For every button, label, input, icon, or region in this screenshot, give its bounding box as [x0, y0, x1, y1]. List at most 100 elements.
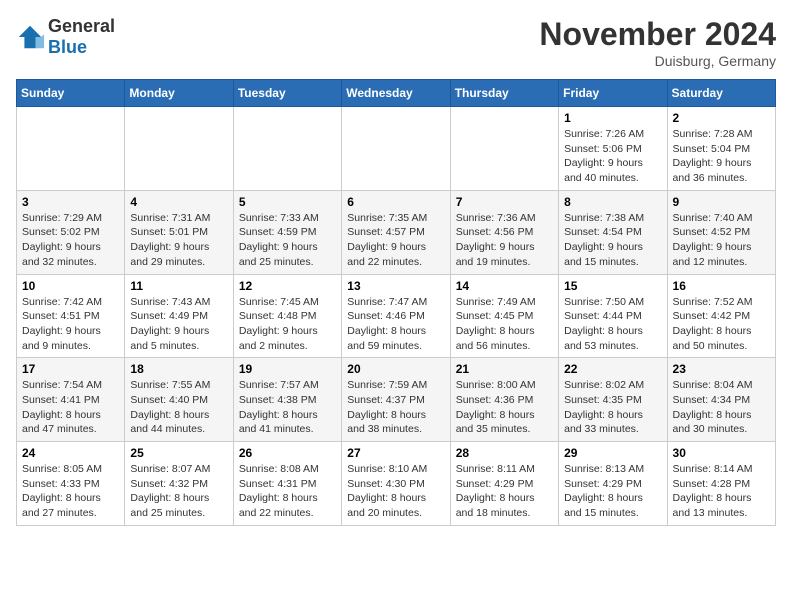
day-number: 15 [564, 279, 661, 293]
calendar-cell: 4Sunrise: 7:31 AM Sunset: 5:01 PM Daylig… [125, 190, 233, 274]
calendar-cell [125, 107, 233, 191]
logo: General Blue [16, 16, 115, 58]
calendar-week-row: 24 Sunrise: 8:05 AM Sunset: 4:33 PM Dayli… [17, 442, 776, 526]
page-header: General Blue November 2024 Duisburg, Ger… [16, 16, 776, 69]
weekday-header: Tuesday [233, 80, 341, 107]
day-number: 14 [456, 279, 553, 293]
day-number: 30 [673, 446, 770, 460]
calendar-cell: 8Sunrise: 7:38 AM Sunset: 4:54 PM Daylig… [559, 190, 667, 274]
calendar-cell [342, 107, 450, 191]
calendar-cell: 25 Sunrise: 8:07 AM Sunset: 4:32 PM Dayli… [125, 442, 233, 526]
day-info: Sunrise: 8:05 AM Sunset: 4:33 PM Dayligh… [22, 462, 119, 521]
day-number: 13 [347, 279, 444, 293]
calendar-cell: 18Sunrise: 7:55 AM Sunset: 4:40 PM Dayli… [125, 358, 233, 442]
day-info: Sunrise: 7:59 AM Sunset: 4:37 PM Dayligh… [347, 378, 444, 437]
day-number: 20 [347, 362, 444, 376]
day-info: Sunrise: 8:11 AM Sunset: 4:29 PM Dayligh… [456, 462, 553, 521]
day-info: Sunrise: 7:33 AM Sunset: 4:59 PM Dayligh… [239, 211, 336, 270]
day-info: Sunrise: 7:47 AM Sunset: 4:46 PM Dayligh… [347, 295, 444, 354]
calendar-cell: 16Sunrise: 7:52 AM Sunset: 4:42 PM Dayli… [667, 274, 775, 358]
day-number: 24 [22, 446, 119, 460]
day-number: 5 [239, 195, 336, 209]
day-number: 2 [673, 111, 770, 125]
calendar-cell: 30 Sunrise: 8:14 AM Sunset: 4:28 PM Dayli… [667, 442, 775, 526]
day-number: 1 [564, 111, 661, 125]
day-info: Sunrise: 8:04 AM Sunset: 4:34 PM Dayligh… [673, 378, 770, 437]
day-info: Sunrise: 8:02 AM Sunset: 4:35 PM Dayligh… [564, 378, 661, 437]
calendar-table: SundayMondayTuesdayWednesdayThursdayFrid… [16, 79, 776, 526]
day-number: 19 [239, 362, 336, 376]
day-info: Sunrise: 7:36 AM Sunset: 4:56 PM Dayligh… [456, 211, 553, 270]
calendar-cell: 26 Sunrise: 8:08 AM Sunset: 4:31 PM Dayli… [233, 442, 341, 526]
day-info: Sunrise: 8:10 AM Sunset: 4:30 PM Dayligh… [347, 462, 444, 521]
day-number: 18 [130, 362, 227, 376]
day-info: Sunrise: 7:50 AM Sunset: 4:44 PM Dayligh… [564, 295, 661, 354]
day-info: Sunrise: 7:31 AM Sunset: 5:01 PM Dayligh… [130, 211, 227, 270]
calendar-cell: 9Sunrise: 7:40 AM Sunset: 4:52 PM Daylig… [667, 190, 775, 274]
day-number: 27 [347, 446, 444, 460]
day-number: 26 [239, 446, 336, 460]
day-number: 6 [347, 195, 444, 209]
calendar-cell: 10 Sunrise: 7:42 AM Sunset: 4:51 PM Dayli… [17, 274, 125, 358]
calendar-cell: 5 Sunrise: 7:33 AM Sunset: 4:59 PM Daylig… [233, 190, 341, 274]
day-info: Sunrise: 8:00 AM Sunset: 4:36 PM Dayligh… [456, 378, 553, 437]
day-info: Sunrise: 7:28 AM Sunset: 5:04 PM Dayligh… [673, 127, 770, 186]
calendar-cell: 2 Sunrise: 7:28 AM Sunset: 5:04 PM Daylig… [667, 107, 775, 191]
day-info: Sunrise: 8:07 AM Sunset: 4:32 PM Dayligh… [130, 462, 227, 521]
calendar-cell: 6 Sunrise: 7:35 AM Sunset: 4:57 PM Daylig… [342, 190, 450, 274]
calendar-cell: 17Sunrise: 7:54 AM Sunset: 4:41 PM Dayli… [17, 358, 125, 442]
day-info: Sunrise: 8:08 AM Sunset: 4:31 PM Dayligh… [239, 462, 336, 521]
calendar-cell: 19 Sunrise: 7:57 AM Sunset: 4:38 PM Dayli… [233, 358, 341, 442]
calendar-week-row: 1 Sunrise: 7:26 AM Sunset: 5:06 PM Daylig… [17, 107, 776, 191]
weekday-header-row: SundayMondayTuesdayWednesdayThursdayFrid… [17, 80, 776, 107]
weekday-header: Sunday [17, 80, 125, 107]
day-number: 7 [456, 195, 553, 209]
day-info: Sunrise: 7:49 AM Sunset: 4:45 PM Dayligh… [456, 295, 553, 354]
calendar-cell [233, 107, 341, 191]
calendar-cell: 27 Sunrise: 8:10 AM Sunset: 4:30 PM Dayli… [342, 442, 450, 526]
calendar-cell: 29 Sunrise: 8:13 AM Sunset: 4:29 PM Dayli… [559, 442, 667, 526]
day-number: 9 [673, 195, 770, 209]
day-info: Sunrise: 7:57 AM Sunset: 4:38 PM Dayligh… [239, 378, 336, 437]
calendar-cell: 23 Sunrise: 8:04 AM Sunset: 4:34 PM Dayli… [667, 358, 775, 442]
day-info: Sunrise: 7:42 AM Sunset: 4:51 PM Dayligh… [22, 295, 119, 354]
calendar-week-row: 17Sunrise: 7:54 AM Sunset: 4:41 PM Dayli… [17, 358, 776, 442]
day-info: Sunrise: 8:13 AM Sunset: 4:29 PM Dayligh… [564, 462, 661, 521]
weekday-header: Thursday [450, 80, 558, 107]
logo-general: General [48, 16, 115, 36]
calendar-cell: 24 Sunrise: 8:05 AM Sunset: 4:33 PM Dayli… [17, 442, 125, 526]
calendar-week-row: 10 Sunrise: 7:42 AM Sunset: 4:51 PM Dayli… [17, 274, 776, 358]
day-number: 25 [130, 446, 227, 460]
day-number: 23 [673, 362, 770, 376]
weekday-header: Friday [559, 80, 667, 107]
day-number: 3 [22, 195, 119, 209]
calendar-cell: 3Sunrise: 7:29 AM Sunset: 5:02 PM Daylig… [17, 190, 125, 274]
title-block: November 2024 Duisburg, Germany [539, 16, 776, 69]
calendar-cell: 11Sunrise: 7:43 AM Sunset: 4:49 PM Dayli… [125, 274, 233, 358]
calendar-cell [450, 107, 558, 191]
day-number: 29 [564, 446, 661, 460]
day-number: 28 [456, 446, 553, 460]
calendar-cell: 21 Sunrise: 8:00 AM Sunset: 4:36 PM Dayli… [450, 358, 558, 442]
calendar-cell: 7 Sunrise: 7:36 AM Sunset: 4:56 PM Daylig… [450, 190, 558, 274]
day-number: 10 [22, 279, 119, 293]
weekday-header: Wednesday [342, 80, 450, 107]
day-number: 16 [673, 279, 770, 293]
calendar-cell: 20 Sunrise: 7:59 AM Sunset: 4:37 PM Dayli… [342, 358, 450, 442]
calendar-cell: 22Sunrise: 8:02 AM Sunset: 4:35 PM Dayli… [559, 358, 667, 442]
location: Duisburg, Germany [539, 53, 776, 69]
month-title: November 2024 [539, 16, 776, 53]
calendar-cell: 13 Sunrise: 7:47 AM Sunset: 4:46 PM Dayli… [342, 274, 450, 358]
day-info: Sunrise: 8:14 AM Sunset: 4:28 PM Dayligh… [673, 462, 770, 521]
day-number: 8 [564, 195, 661, 209]
calendar-cell [17, 107, 125, 191]
day-number: 11 [130, 279, 227, 293]
logo-blue: Blue [48, 37, 87, 57]
calendar-cell: 12Sunrise: 7:45 AM Sunset: 4:48 PM Dayli… [233, 274, 341, 358]
calendar-cell: 15 Sunrise: 7:50 AM Sunset: 4:44 PM Dayli… [559, 274, 667, 358]
day-info: Sunrise: 7:26 AM Sunset: 5:06 PM Dayligh… [564, 127, 661, 186]
day-number: 21 [456, 362, 553, 376]
calendar-cell: 1 Sunrise: 7:26 AM Sunset: 5:06 PM Daylig… [559, 107, 667, 191]
day-info: Sunrise: 7:35 AM Sunset: 4:57 PM Dayligh… [347, 211, 444, 270]
weekday-header: Monday [125, 80, 233, 107]
